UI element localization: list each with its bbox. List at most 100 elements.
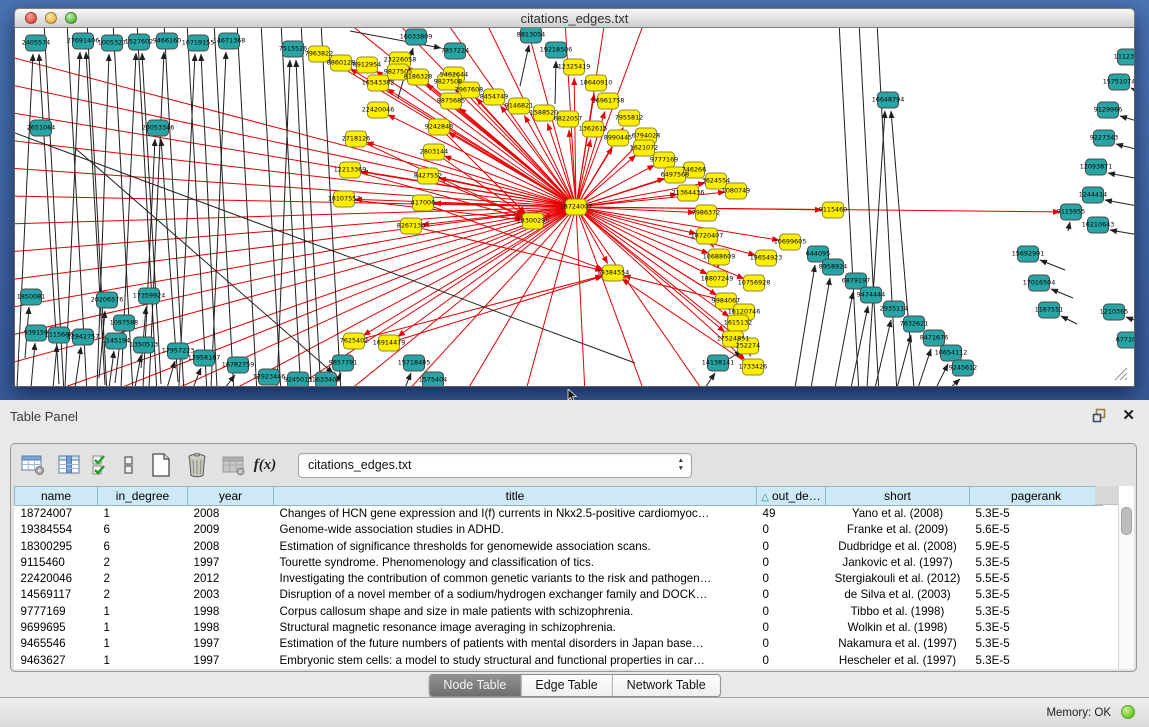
table-cell[interactable]: 1: [98, 506, 188, 523]
column-header-year[interactable]: year: [188, 487, 274, 506]
table-row[interactable]: 946362711997Embryonic stem cells: a mode…: [15, 653, 1103, 669]
table-cell[interactable]: de Silva et al. (2003): [826, 587, 970, 603]
table-cell[interactable]: Estimation of the future numbers of pati…: [274, 636, 757, 652]
table-selector-dropdown[interactable]: citations_edges.txt ▲▼: [298, 453, 692, 478]
table-cell[interactable]: 22420046: [15, 571, 98, 587]
table-cell[interactable]: Dudbridge et al. (2008): [826, 539, 970, 555]
table-cell[interactable]: Embryonic stem cells: a model to study s…: [274, 653, 757, 669]
table-settings-button[interactable]: [18, 450, 48, 480]
table-cell[interactable]: 9463627: [15, 653, 98, 669]
table-cell[interactable]: Wolkin et al. (1998): [826, 620, 970, 636]
column-header-pagerank[interactable]: pagerank: [970, 487, 1103, 506]
table-cell[interactable]: 2: [98, 555, 188, 571]
table-cell[interactable]: 2008: [188, 506, 274, 523]
table-cell[interactable]: 5.3E-5: [970, 653, 1103, 669]
table-cell[interactable]: Structural magnetic resonance image aver…: [274, 620, 757, 636]
table-cell[interactable]: Tibbo et al. (1998): [826, 604, 970, 620]
table-cell[interactable]: Yano et al. (2008): [826, 506, 970, 523]
table-row[interactable]: 1456911722003Disruption of a novel membe…: [15, 587, 1103, 603]
resize-grip-icon[interactable]: [1115, 368, 1127, 380]
table-cell[interactable]: Jankovic et al. (1997): [826, 555, 970, 571]
table-row[interactable]: 977716911998Corpus callosum shape and si…: [15, 604, 1103, 620]
table-cell[interactable]: 49: [757, 506, 826, 523]
tab-edge-table[interactable]: Edge Table: [520, 675, 611, 696]
table-row[interactable]: 911546021997Tourette syndrome. Phenomeno…: [15, 555, 1103, 571]
table-cell[interactable]: 9699695: [15, 620, 98, 636]
table-cell[interactable]: 9115460: [15, 555, 98, 571]
table-cell[interactable]: 1: [98, 636, 188, 652]
table-cell[interactable]: Hescheler et al. (1997): [826, 653, 970, 669]
table-cell[interactable]: 1998: [188, 604, 274, 620]
table-cell[interactable]: 9777169: [15, 604, 98, 620]
table-cell[interactable]: Stergiakouli et al. (2012): [826, 571, 970, 587]
table-cell[interactable]: 1: [98, 620, 188, 636]
table-cell[interactable]: 6: [98, 539, 188, 555]
table-cell[interactable]: Investigating the contribution of common…: [274, 571, 757, 587]
table-cell[interactable]: 1997: [188, 636, 274, 652]
column-header-out_degree[interactable]: △out_de…: [757, 487, 826, 506]
tab-node-table[interactable]: Node Table: [429, 675, 520, 696]
table-cell[interactable]: Changes of HCN gene expression and I(f) …: [274, 506, 757, 523]
table-cell[interactable]: 0: [757, 587, 826, 603]
table-cell[interactable]: Estimation of significance thresholds fo…: [274, 539, 757, 555]
table-cell[interactable]: Nakamura et al. (1997): [826, 636, 970, 652]
table-row[interactable]: 2242004622012Investigating the contribut…: [15, 571, 1103, 587]
table-cell[interactable]: 0: [757, 620, 826, 636]
table-cell[interactable]: 14569117: [15, 587, 98, 603]
table-cell[interactable]: 5.3E-5: [970, 506, 1103, 523]
table-cell[interactable]: 1997: [188, 653, 274, 669]
table-cell[interactable]: 0: [757, 571, 826, 587]
table-cell[interactable]: 0: [757, 636, 826, 652]
network-canvas[interactable]: 1872400718300295193845547963822886012889…: [14, 28, 1135, 387]
table-row[interactable]: 946554611997Estimation of the future num…: [15, 636, 1103, 652]
table-cell[interactable]: 6: [98, 522, 188, 538]
new-table-button[interactable]: [146, 450, 176, 480]
table-cell[interactable]: 2008: [188, 539, 274, 555]
table-cell[interactable]: Tourette syndrome. Phenomenology and cla…: [274, 555, 757, 571]
close-panel-icon[interactable]: ✕: [1122, 408, 1135, 423]
network-canvas-svg[interactable]: 1872400718300295193845547963822886012889…: [15, 28, 1134, 386]
table-cell[interactable]: 0: [757, 539, 826, 555]
table-cell[interactable]: 5.3E-5: [970, 620, 1103, 636]
table-row[interactable]: 1872400712008Changes of HCN gene express…: [15, 506, 1103, 523]
column-header-in_degree[interactable]: in_degree: [98, 487, 188, 506]
table-cell[interactable]: Genome-wide association studies in ADHD.: [274, 522, 757, 538]
table-cell[interactable]: 5.9E-5: [970, 539, 1103, 555]
table-cell[interactable]: 2009: [188, 522, 274, 538]
table-cell[interactable]: 1: [98, 653, 188, 669]
table-cell[interactable]: 18300295: [15, 539, 98, 555]
table-row[interactable]: 1938455462009Genome-wide association stu…: [15, 522, 1103, 538]
table-cell[interactable]: 2003: [188, 587, 274, 603]
float-window-icon[interactable]: [1092, 408, 1107, 423]
table-cell[interactable]: 2012: [188, 571, 274, 587]
column-header-title[interactable]: title: [274, 487, 757, 506]
table-cell[interactable]: 0: [757, 555, 826, 571]
function-builder-button[interactable]: f(x): [254, 450, 276, 480]
delete-table-button[interactable]: [182, 450, 212, 480]
column-header-name[interactable]: name: [15, 487, 98, 506]
vertical-scrollbar[interactable]: [1118, 504, 1134, 669]
table-cell[interactable]: 2: [98, 571, 188, 587]
table-cell[interactable]: Disruption of a novel member of a sodium…: [274, 587, 757, 603]
deselect-button[interactable]: [118, 450, 140, 480]
select-all-button[interactable]: [90, 450, 112, 480]
table-cell[interactable]: 5.3E-5: [970, 555, 1103, 571]
table-cell[interactable]: Corpus callosum shape and size in male p…: [274, 604, 757, 620]
table-cell[interactable]: 19384554: [15, 522, 98, 538]
table-cell[interactable]: 1998: [188, 620, 274, 636]
table-cell[interactable]: Franke et al. (2009): [826, 522, 970, 538]
table-cell[interactable]: 9465546: [15, 636, 98, 652]
column-header-short[interactable]: short: [826, 487, 970, 506]
tab-network-table[interactable]: Network Table: [612, 675, 720, 696]
table-cell[interactable]: 5.3E-5: [970, 604, 1103, 620]
table-cell[interactable]: 18724007: [15, 506, 98, 523]
table-cell[interactable]: 5.6E-5: [970, 522, 1103, 538]
table-cell[interactable]: 2: [98, 587, 188, 603]
table-row[interactable]: 969969511998Structural magnetic resonanc…: [15, 620, 1103, 636]
scrollbar-thumb[interactable]: [1121, 507, 1132, 535]
table-cell[interactable]: 5.5E-5: [970, 571, 1103, 587]
table-cell[interactable]: 0: [757, 604, 826, 620]
table-cell[interactable]: 1: [98, 604, 188, 620]
table-cell[interactable]: 1997: [188, 555, 274, 571]
table-cell[interactable]: 5.3E-5: [970, 636, 1103, 652]
